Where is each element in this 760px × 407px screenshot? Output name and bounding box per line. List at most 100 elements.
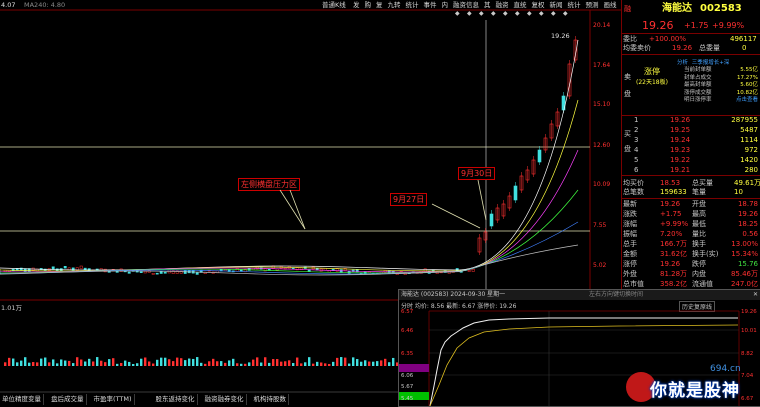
volume-bar (68, 360, 71, 366)
stat-row: 总手 166.7万 换手 13.00% (622, 239, 760, 249)
stat-value: 15.34% (731, 250, 758, 258)
stat-value: 19.26 (660, 200, 681, 208)
refresh-icon[interactable]: ◆ (551, 10, 556, 17)
avg-sell-price: 19.26 (672, 44, 693, 52)
volume-bar (124, 360, 127, 366)
volume-bar (144, 357, 147, 366)
stat-row: 涨幅 +9.99% 最低 18.25 (622, 219, 760, 229)
buy-level: 5 (634, 156, 639, 164)
volume-bar (200, 362, 203, 366)
popup-left-tick: 6.06 (401, 373, 414, 379)
seal-stat-label: 封单占成交 (684, 74, 712, 81)
volume-bar (100, 360, 103, 366)
avg-sell-label: 均委卖价 (623, 44, 651, 52)
buy-row: 4 19.23 972 (622, 145, 760, 155)
buy-price: 19.24 (670, 136, 691, 144)
stat-label: 外盘 (623, 270, 637, 278)
buy-price: 19.21 (670, 166, 691, 174)
limit-up-days: (22天18板) (636, 79, 668, 86)
trade-count-value: 159633 (660, 188, 687, 196)
buy-side-label: 买盘 (624, 130, 631, 153)
buy-row: 3 19.24 1114 (622, 135, 760, 145)
volume-bar (140, 358, 143, 366)
volume-bar (376, 361, 379, 366)
volume-bar (276, 359, 279, 366)
buy-price: 19.23 (670, 146, 691, 154)
stat-label: 最低 (692, 220, 706, 228)
zoom-out-icon[interactable]: ◆ (539, 10, 544, 17)
volume-bar (216, 361, 219, 366)
popup-right-tick: 10.01 (741, 328, 757, 334)
volume-bar (36, 362, 39, 366)
volume-bar (172, 361, 175, 366)
stat-value: 19.26 (660, 260, 681, 268)
analysis-label: 分析 (677, 60, 689, 66)
stats-section: 均买价 18.53 总买量 49.61万 总笔数 159633 笔量 10 最新… (622, 175, 760, 288)
stat-row: 涨停 19.26 跌停 15.76 (622, 259, 760, 269)
stat-row: 金额 31.62亿 换手(实) 15.34% (622, 249, 760, 259)
volume-bar (64, 360, 67, 366)
down-icon[interactable]: ◆ (515, 10, 520, 17)
buy-level: 1 (634, 116, 639, 124)
stock-name: 海能达 (662, 3, 692, 14)
volume-bar (28, 362, 31, 366)
volume-bar (96, 357, 99, 366)
buy-row: 1 19.26 287955 (622, 115, 760, 125)
volume-bar (380, 360, 383, 366)
volume-bar (316, 361, 319, 366)
stat-label: 换手 (692, 240, 706, 248)
volume-bar (56, 363, 59, 366)
volume-bar (388, 362, 391, 366)
analysis-topic: 三季报增长+深 (691, 60, 730, 66)
volume-bar (8, 357, 11, 366)
stat-label: 金额 (623, 250, 637, 258)
bottom-tab-1[interactable]: 盘后成交量 (49, 394, 87, 405)
popup-left-tick: 5.67 (401, 384, 414, 390)
limit-up-status: 涨停 (644, 67, 660, 76)
bottom-tab-3[interactable]: 股东返持变化 (153, 394, 198, 405)
bottom-tab-5[interactable]: 机构持股数 (251, 394, 289, 405)
bottom-tab-2[interactable]: 市盈率(TTM) (91, 394, 135, 405)
volume-bar (332, 361, 335, 366)
volume-bar (48, 362, 51, 366)
stop-icon[interactable]: ◆ (467, 10, 472, 17)
seal-stat-value: 17.27% (737, 74, 758, 81)
volume-bar (392, 357, 395, 366)
volume-bar (292, 363, 295, 366)
volume-bar (32, 362, 35, 366)
volume-bar (160, 357, 163, 366)
stat-label: 总市值 (623, 280, 644, 288)
zoom-in-icon[interactable]: ◆ (527, 10, 532, 17)
close-icon[interactable]: ◆ (563, 10, 568, 17)
bottom-tab-0[interactable]: 单位精度变量 (0, 394, 44, 405)
first-icon[interactable]: ◆ (479, 10, 484, 17)
stat-label: 最新 (623, 200, 637, 208)
buy-volume: 1420 (740, 156, 758, 164)
stat-value: +9.99% (660, 220, 689, 228)
volume-bar (212, 358, 215, 366)
volume-bar (236, 363, 239, 366)
volume-bar (204, 363, 207, 366)
bottom-tab-4[interactable]: 融资融券变化 (202, 394, 247, 405)
seal-stat-value[interactable]: 点击查看 (736, 97, 758, 105)
last-price: 19.26 (642, 19, 674, 32)
play-icon[interactable]: ◆ (455, 10, 460, 17)
volume-bar (120, 362, 123, 366)
stat-label: 流通值 (692, 280, 713, 288)
stat-value: 85.46万 (730, 270, 758, 278)
volume-bar (264, 357, 267, 366)
last-icon[interactable]: ◆ (491, 10, 496, 17)
lot-size-value: 10 (734, 188, 743, 196)
buy-level: 3 (634, 136, 639, 144)
stat-value: 31.62亿 (660, 250, 688, 258)
buy-row: 2 19.25 5487 (622, 125, 760, 135)
volume-bar (296, 357, 299, 366)
stat-value: 247.0亿 (730, 280, 758, 288)
stat-label: 量比 (692, 230, 706, 238)
volume-bar (272, 359, 275, 366)
buy-volume: 5487 (740, 126, 758, 134)
stat-value: 18.25 (737, 220, 758, 228)
analysis-tag[interactable]: 分析 三季报增长+深 (677, 58, 729, 66)
up-icon[interactable]: ◆ (503, 10, 508, 17)
volume-bar (60, 359, 63, 366)
